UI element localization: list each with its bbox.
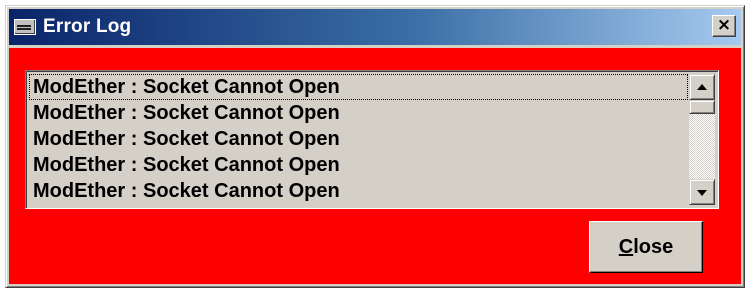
list-item[interactable]: ModEther : Socket Cannot Open [29,178,688,204]
error-log-window: Error Log × ModEther : Socket Cannot Ope… [5,5,745,288]
scroll-down-button[interactable] [689,179,715,205]
list-item[interactable]: ModEther : Socket Cannot Open [29,100,688,126]
vertical-scrollbar[interactable] [689,74,715,205]
arrow-down-icon [697,190,707,196]
list-item[interactable]: ModEther : Socket Cannot Open [29,152,688,178]
list-item[interactable]: ModEther : Socket Cannot Open [29,74,688,100]
scrollbar-thumb[interactable] [689,100,715,114]
title-bar[interactable]: Error Log × [9,9,741,45]
client-area: ModEther : Socket Cannot Open ModEther :… [9,48,741,284]
close-icon[interactable]: × [712,15,736,37]
arrow-up-icon [697,84,707,90]
error-list[interactable]: ModEther : Socket Cannot Open ModEther :… [25,70,719,209]
close-button[interactable]: Close [589,221,703,273]
app-window-icon[interactable] [14,19,36,35]
error-list-items: ModEther : Socket Cannot Open ModEther :… [29,74,688,205]
close-button-accelerator: C [618,235,634,258]
close-button-label: lose [633,235,674,258]
scroll-up-button[interactable] [689,74,715,100]
window-title: Error Log [43,16,132,37]
list-item[interactable]: ModEther : Socket Cannot Open [29,126,688,152]
